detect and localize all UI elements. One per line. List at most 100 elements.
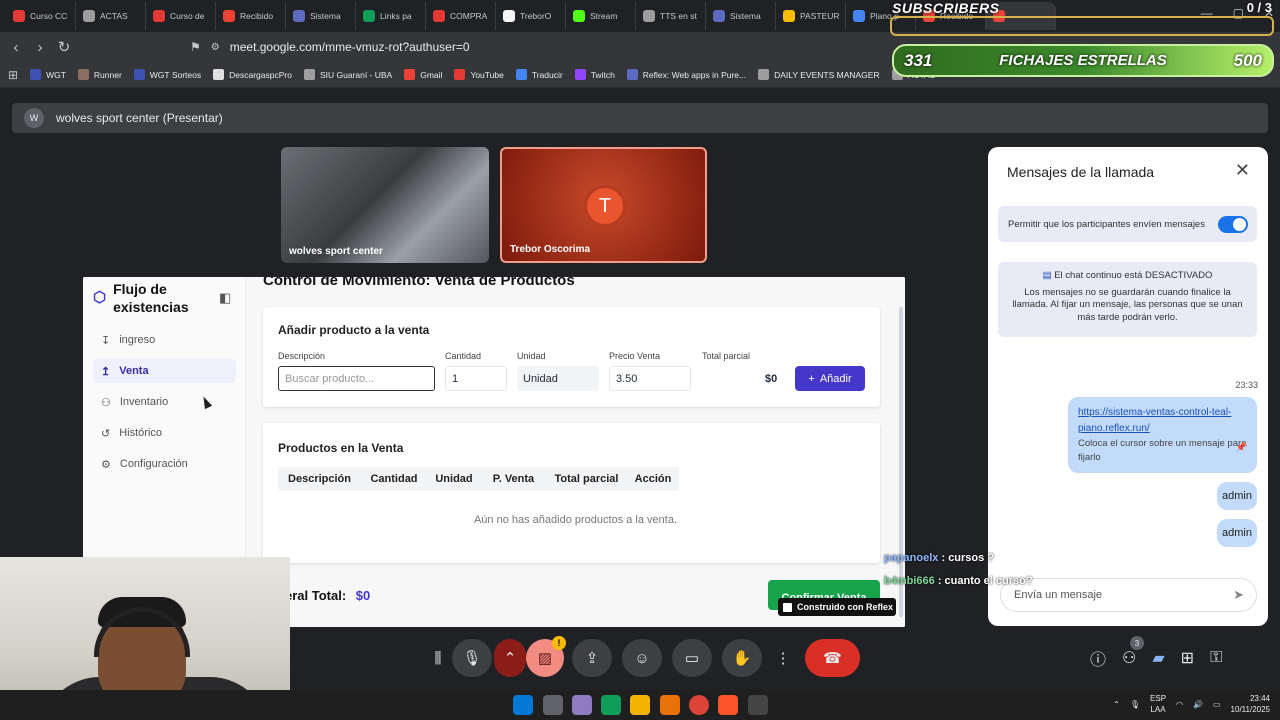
start-menu-icon[interactable]	[513, 695, 533, 715]
microphone-icon[interactable]: 🎙	[452, 639, 492, 677]
allow-messages-label: Permitir que los participantes envíen me…	[1008, 218, 1205, 230]
apps-grid-icon[interactable]: ⊞	[8, 68, 18, 82]
clock[interactable]: 23:44 10/11/2025	[1231, 693, 1270, 715]
sidebar-collapse-icon[interactable]: ◧	[219, 290, 231, 306]
audio-level-icon[interactable]: ⫼	[420, 639, 456, 677]
site-info-icon[interactable]: ⚙	[211, 42, 220, 53]
address-bar[interactable]: ⚑ ⚙ meet.google.com/mme-vmuz-rot?authuse…	[190, 36, 890, 58]
chat-message[interactable]: admin	[1217, 519, 1257, 547]
chrome-icon[interactable]	[689, 695, 709, 715]
message-input-placeholder: Envía un mensaje	[1014, 589, 1103, 601]
tab-label: Sistema	[310, 11, 341, 21]
message-input[interactable]: Envía un mensaje ➤	[1000, 578, 1257, 612]
bookmark-item[interactable]: Reflex: Web apps in Pure...	[626, 69, 746, 80]
camera-options-chevron-icon[interactable]: ⌃	[494, 639, 526, 677]
chat-message[interactable]: admin	[1217, 482, 1257, 510]
tab-favicon-icon	[13, 10, 25, 22]
activities-icon[interactable]: ⊞	[1181, 648, 1194, 668]
participant-tile-wolves[interactable]: wolves sport center	[281, 147, 489, 263]
chat-message[interactable]: https://sistema-ventas-control-teal-pian…	[1068, 397, 1257, 473]
bookmark-label: YouTube	[470, 69, 504, 80]
bookmark-item[interactable]: Runner	[77, 69, 122, 80]
quantity-input[interactable]: 1	[445, 366, 507, 391]
grand-total-value: $0	[355, 588, 371, 603]
browser-tab[interactable]: ACTAS	[76, 2, 146, 30]
presenter-avatar: W	[24, 108, 44, 128]
bookmark-item[interactable]: WGT Sorteos	[133, 69, 201, 80]
sidebar-item-histórico[interactable]: ↺ Histórico	[93, 421, 236, 445]
wifi-icon[interactable]: ◠	[1176, 700, 1183, 709]
obs-icon[interactable]	[748, 695, 768, 715]
bookmark-item[interactable]: Traducir	[515, 69, 563, 80]
nav-icon: ↧	[101, 334, 111, 347]
captions-icon[interactable]: ▭	[672, 639, 712, 677]
bookmark-item[interactable]: Twitch	[574, 69, 615, 80]
edge-icon[interactable]	[601, 695, 621, 715]
browser-tab[interactable]: Stream	[566, 2, 636, 30]
brave-icon[interactable]	[718, 695, 738, 715]
battery-icon[interactable]: ▭	[1213, 700, 1221, 709]
language-indicator[interactable]: ESP LAA	[1150, 693, 1166, 715]
message-link[interactable]: https://sistema-ventas-control-teal-pian…	[1078, 407, 1231, 434]
raise-hand-icon[interactable]: ✋	[722, 639, 762, 677]
goal-target: 500	[1233, 50, 1262, 70]
add-button[interactable]: + Añadir	[795, 366, 865, 391]
bookmark-item[interactable]: DAILY EVENTS MANAGER	[758, 69, 880, 80]
call-messages-panel: Mensajes de la llamada ✕ Permitir que lo…	[988, 147, 1268, 626]
people-icon[interactable]: ⚇ 3	[1122, 636, 1145, 668]
bookmark-item[interactable]: WGT	[30, 69, 66, 80]
bookmark-item[interactable]: Gmail	[404, 69, 442, 80]
browser-tab[interactable]: Sistema	[286, 2, 356, 30]
pin-hint: Coloca el cursor sobre un mensaje para f…	[1078, 438, 1247, 463]
volume-icon[interactable]: 🔊	[1193, 700, 1203, 709]
file-explorer-icon[interactable]	[630, 695, 650, 715]
sidebar-item-configuración[interactable]: ⚙ Configuración	[93, 452, 236, 476]
browser-tab[interactable]: TreborO	[496, 2, 566, 30]
chat-icon[interactable]: ▰	[1152, 648, 1164, 668]
copilot-icon[interactable]	[572, 695, 592, 715]
price-input[interactable]: 3.50	[609, 366, 691, 391]
browser-tab[interactable]: Recibido	[216, 2, 286, 30]
forward-icon[interactable]: ›	[28, 35, 52, 59]
meeting-info-icon[interactable]: ⓘ	[1090, 646, 1106, 670]
participant-tile-trebor[interactable]: T Trebor Oscorima	[500, 147, 707, 263]
pin-icon[interactable]: 📌	[1236, 439, 1247, 455]
bookmark-item[interactable]: SIU Guaraní - UBA	[303, 69, 392, 80]
present-screen-icon[interactable]: ⇪	[572, 639, 612, 677]
more-options-icon[interactable]: ⋮	[768, 639, 798, 677]
grand-total-label: eral Total:	[285, 588, 347, 603]
firefox-icon[interactable]	[660, 695, 680, 715]
task-view-icon[interactable]	[543, 695, 563, 715]
built-with-reflex-badge[interactable]: Construido con Reflex	[778, 598, 896, 616]
browser-tab[interactable]: Curso de	[146, 2, 216, 30]
sidebar-item-venta[interactable]: ↥ Venta	[93, 359, 236, 383]
bookmark-star-icon[interactable]: ⚑	[190, 40, 201, 54]
browser-tab[interactable]: PASTEUR	[776, 2, 846, 30]
microphone-tray-icon[interactable]: 🎙	[1130, 700, 1140, 709]
browser-tab[interactable]: COMPRA	[426, 2, 496, 30]
scrollbar[interactable]	[899, 307, 903, 617]
bookmark-item[interactable]: YouTube	[454, 69, 504, 80]
send-icon[interactable]: ➤	[1233, 587, 1244, 603]
back-icon[interactable]: ‹	[4, 35, 28, 59]
emoji-reaction-icon[interactable]: ☺	[622, 639, 662, 677]
leave-call-icon[interactable]: ☎	[805, 639, 860, 677]
browser-tab[interactable]: TTS en st	[636, 2, 706, 30]
close-icon[interactable]: ✕	[1235, 160, 1250, 181]
tray-overflow-icon[interactable]: ⌃	[1113, 700, 1120, 709]
url-text[interactable]: meet.google.com/mme-vmuz-rot?authuser=0	[230, 40, 470, 54]
browser-tab[interactable]: Curso CC	[6, 2, 76, 30]
tab-favicon-icon	[433, 10, 445, 22]
browser-tab[interactable]: Sistema	[706, 2, 776, 30]
sidebar-item-inventario[interactable]: ⚇ Inventario	[93, 390, 236, 414]
browser-tab[interactable]: Links pa	[356, 2, 426, 30]
bookmark-favicon-icon	[758, 69, 770, 80]
host-controls-icon[interactable]: ⚿	[1210, 649, 1222, 667]
meet-presentation-header: W wolves sport center (Presentar)	[12, 103, 1268, 133]
allow-messages-toggle[interactable]	[1218, 216, 1248, 233]
reload-icon[interactable]: ↻	[52, 35, 76, 59]
sidebar-item-ingreso[interactable]: ↧ ingreso	[93, 328, 236, 352]
bookmark-item[interactable]: DescargaspcPro	[213, 69, 292, 80]
product-search-input[interactable]: Buscar producto...	[278, 366, 435, 391]
tab-favicon-icon	[363, 10, 375, 22]
